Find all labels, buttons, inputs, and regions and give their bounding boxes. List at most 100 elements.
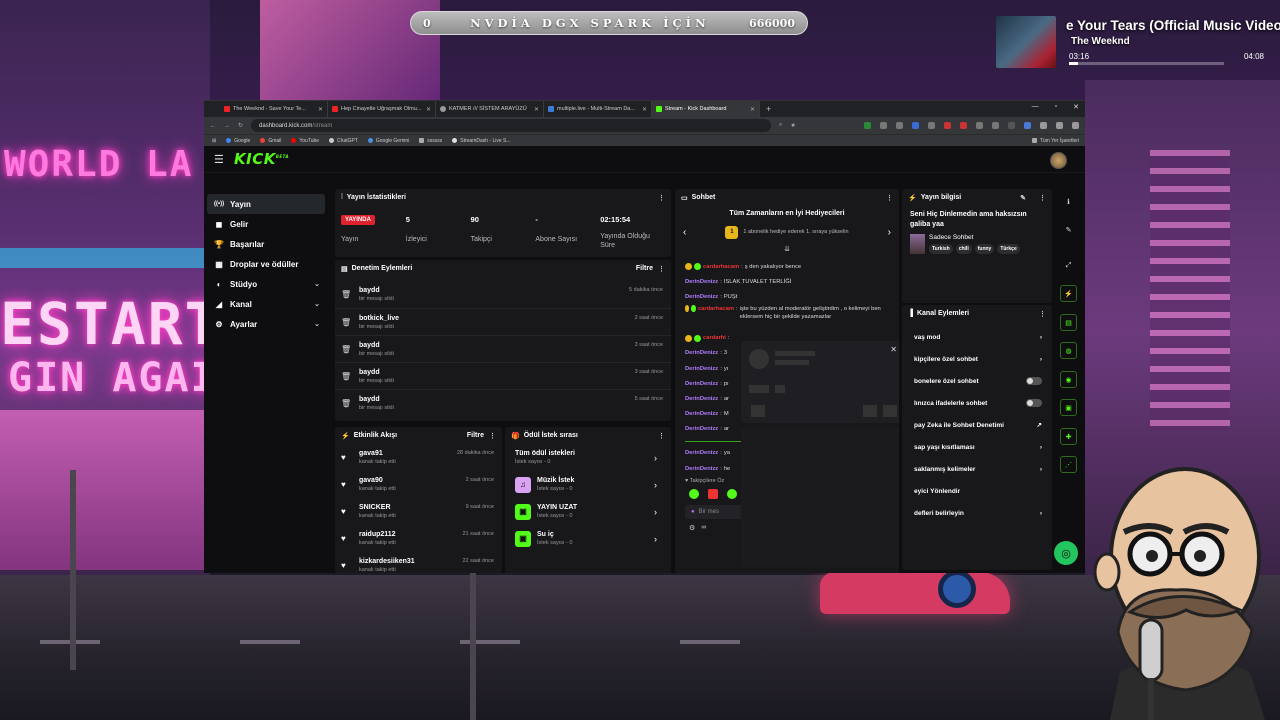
reward-row[interactable]: ▣ YAYIN UZAT İstek sayısı - 0 › xyxy=(505,498,671,525)
profile-icon[interactable] xyxy=(1056,122,1063,129)
bookmark-item[interactable]: StreamDash - Live S... xyxy=(452,138,511,144)
reload-icon[interactable]: ↻ xyxy=(238,122,243,129)
chat-username[interactable]: cardarhi xyxy=(703,335,726,341)
browser-tab[interactable]: multiple.live - Multi-Stream Da... ✕ xyxy=(544,101,652,117)
minimize-icon[interactable]: — xyxy=(1032,103,1039,111)
chevron-right-icon[interactable]: › xyxy=(888,227,891,238)
expand-icon[interactable]: ⤢ xyxy=(1060,257,1077,274)
close-tab-icon[interactable]: ✕ xyxy=(318,106,323,113)
chat-username[interactable]: cardarhacam xyxy=(698,305,734,313)
users-icon[interactable]: ∞ xyxy=(701,524,706,532)
category-name[interactable]: Sadece Sohbet xyxy=(929,234,1020,241)
menu-dots-icon[interactable] xyxy=(1072,122,1079,129)
more-options-icon[interactable]: ⋮ xyxy=(1039,194,1046,202)
avatar[interactable] xyxy=(1050,152,1067,169)
chat-username[interactable]: DerinDenizz xyxy=(685,396,718,402)
moderation-user[interactable]: baydd xyxy=(359,287,394,294)
wrench-icon[interactable]: ✚ xyxy=(1060,428,1077,445)
filter-button[interactable]: Filtre xyxy=(467,432,484,439)
extension-icon[interactable] xyxy=(928,122,935,129)
more-options-icon[interactable]: ⋮ xyxy=(489,432,496,440)
channel-action-slow-mode[interactable]: vaş mod › xyxy=(902,326,1052,348)
broadcast-icon[interactable]: ◉ xyxy=(1060,371,1077,388)
browser-tab-active[interactable]: Stream - Kick Dashboard ✕ xyxy=(652,101,760,117)
filter-button[interactable]: Filtre xyxy=(636,265,653,272)
forward-icon[interactable]: → xyxy=(224,123,230,129)
activity-user[interactable]: SNICKER xyxy=(359,504,396,511)
pin-icon[interactable]: ⇊ xyxy=(675,246,899,255)
maximize-icon[interactable]: ▫ xyxy=(1055,103,1057,111)
chat-username[interactable]: DerinDenizz xyxy=(685,366,718,372)
chat-bubble-icon[interactable]: ◍ xyxy=(1060,342,1077,359)
browser-tab[interactable]: Hep Cinayetle Uğraşmak Olmu... ✕ xyxy=(328,101,436,117)
reward-row[interactable]: ♫ Müzik İstek İstek sayısı - 0 › xyxy=(505,471,671,498)
emote-icon[interactable] xyxy=(689,489,699,500)
moderation-user[interactable]: baydd xyxy=(359,369,394,376)
channel-action-ai-moderation[interactable]: pay Zeka ile Sohbet Denetimi ↗ xyxy=(902,414,1052,436)
activity-user[interactable]: kizkardesiiken31 xyxy=(359,558,415,565)
zoom-icon[interactable]: ⌕ xyxy=(779,122,782,129)
kick-logo[interactable]: KICKBETA xyxy=(234,150,289,168)
browser-tab[interactable]: The Weeknd - Save Your Te... ✕ xyxy=(220,101,328,117)
close-tab-icon[interactable]: ✕ xyxy=(534,106,539,113)
channel-action-banned-words[interactable]: saklanmış kelimeler › xyxy=(902,458,1052,480)
channel-action-redirect[interactable]: eyici Yönlendir xyxy=(902,480,1052,502)
chat-username[interactable]: DerinDenizz xyxy=(685,466,718,472)
monitor-icon[interactable]: ▣ xyxy=(1060,399,1077,416)
menu-icon[interactable]: ☰ xyxy=(214,153,228,166)
bookmark-item[interactable]: YouTube xyxy=(291,138,319,144)
more-options-icon[interactable]: ⋮ xyxy=(658,432,665,440)
close-tab-icon[interactable]: ✕ xyxy=(642,106,647,113)
extension-icon[interactable] xyxy=(864,122,871,129)
headset-help-icon[interactable]: ◎ xyxy=(1054,541,1078,565)
extension-icon[interactable] xyxy=(880,122,887,129)
close-icon[interactable]: ✕ xyxy=(890,345,897,354)
lightning-icon[interactable]: ⚡ xyxy=(1060,285,1077,302)
close-window-icon[interactable]: ✕ xyxy=(1073,103,1079,111)
extension-icon[interactable] xyxy=(896,122,903,129)
bookmark-item[interactable]: Gmail xyxy=(260,138,281,144)
subscribers-only-toggle[interactable] xyxy=(1026,377,1042,385)
chat-username[interactable]: DerinDenizz xyxy=(685,450,718,456)
chat-username[interactable]: DerinDenizz xyxy=(685,426,718,432)
bookmark-item[interactable]: Google Gemini xyxy=(367,138,409,144)
chat-username[interactable]: DerinDenizz xyxy=(685,294,718,300)
extension-icon[interactable] xyxy=(944,122,951,129)
close-tab-icon[interactable]: ✕ xyxy=(750,106,755,113)
sidebar-item-studyo[interactable]: ◐ Stüdyo ⌄ xyxy=(204,274,328,294)
chat-username[interactable]: DerinDenizz xyxy=(685,381,718,387)
document-icon[interactable]: ▤ xyxy=(1060,314,1077,331)
apps-grid-icon[interactable]: ⊞ xyxy=(212,138,216,144)
extension-icon[interactable] xyxy=(960,122,967,129)
extension-icon[interactable] xyxy=(1008,122,1015,129)
chat-username[interactable]: cardarhacam xyxy=(703,264,739,270)
extension-icon[interactable] xyxy=(912,122,919,129)
bookmark-item[interactable]: ChatGPT xyxy=(329,138,358,144)
moderation-user[interactable]: botkick_live xyxy=(359,315,399,322)
sidebar-item-kanal[interactable]: ◢ Kanal ⌄ xyxy=(204,294,328,314)
bookmark-star-icon[interactable]: ★ xyxy=(790,122,795,129)
info-icon[interactable]: ℹ xyxy=(1060,193,1077,210)
emote-icon[interactable] xyxy=(708,489,718,500)
channel-action-account-age[interactable]: sap yaşı kısıtlaması › xyxy=(902,436,1052,458)
sidebar-item-droplar[interactable]: ▦ Droplar ve ödüller xyxy=(204,254,328,274)
emote-icon[interactable] xyxy=(727,489,737,500)
reward-row[interactable]: ▣ Su iç İstek sayısı - 0 › xyxy=(505,525,671,552)
extension-icon[interactable] xyxy=(976,122,983,129)
url-field[interactable]: dashboard.kick.com/stream xyxy=(251,119,772,132)
sidebar-item-basarilar[interactable]: 🏆 Başarılar xyxy=(204,234,328,254)
more-options-icon[interactable]: ⋮ xyxy=(658,194,665,202)
edit-icon[interactable]: ✎ xyxy=(1020,194,1026,202)
reward-row-all[interactable]: Tüm ödül istekleri İstek sayısı - 0 › xyxy=(505,444,671,471)
more-options-icon[interactable]: ⋮ xyxy=(658,265,665,273)
microphone-icon[interactable]: ● xyxy=(691,509,695,515)
bookmark-item[interactable]: Google xyxy=(226,138,250,144)
more-options-icon[interactable]: ⋮ xyxy=(886,194,893,202)
close-tab-icon[interactable]: ✕ xyxy=(426,106,431,113)
pencil-icon[interactable]: ✎ xyxy=(1060,221,1077,238)
more-options-icon[interactable]: ⋮ xyxy=(1039,310,1046,318)
browser-tab[interactable]: KATMER /// SİSTEM ARAYÜZÜ ✕ xyxy=(436,101,544,117)
settings-icon[interactable]: ⚙ xyxy=(689,524,695,532)
share-icon[interactable]: ⋰ xyxy=(1060,456,1077,473)
extension-icon[interactable] xyxy=(1024,122,1031,129)
